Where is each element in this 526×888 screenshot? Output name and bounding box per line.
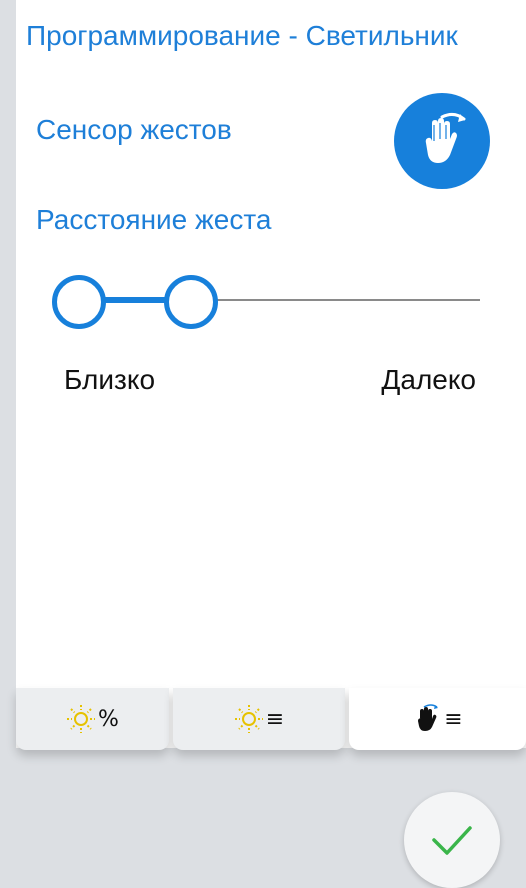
confirm-button[interactable] xyxy=(404,792,500,888)
gesture-sensor-label: Сенсор жестов xyxy=(36,114,232,145)
tab-brightness-percent[interactable]: % xyxy=(16,688,169,750)
gesture-distance-label: Расстояние жеста xyxy=(36,204,272,235)
slider-max-label: Далеко xyxy=(381,364,476,395)
tab-label: % xyxy=(98,706,119,732)
sun-icon xyxy=(67,705,96,733)
sun-icon xyxy=(234,705,263,733)
checkmark-icon xyxy=(432,826,472,855)
content-panel: Программирование - Светильник Сенсор жес… xyxy=(16,0,526,748)
page-title: Программирование - Светильник xyxy=(26,20,458,51)
gesture-sensor-button[interactable] xyxy=(394,93,490,189)
gesture-distance-slider[interactable] xyxy=(50,272,480,329)
tab-label: ≡ xyxy=(265,706,285,732)
slider-thumb[interactable] xyxy=(164,275,218,329)
mode-tabbar: % ≡ ≡ xyxy=(16,688,526,750)
tab-label: ≡ xyxy=(444,706,463,732)
tab-brightness-levels[interactable]: ≡ xyxy=(173,688,345,750)
hand-wave-icon xyxy=(418,704,439,731)
hand-wave-icon xyxy=(425,112,466,163)
slider-min-label: Близко xyxy=(64,364,156,395)
slider-min-marker xyxy=(52,275,106,329)
tab-gesture-levels[interactable]: ≡ xyxy=(349,688,526,750)
